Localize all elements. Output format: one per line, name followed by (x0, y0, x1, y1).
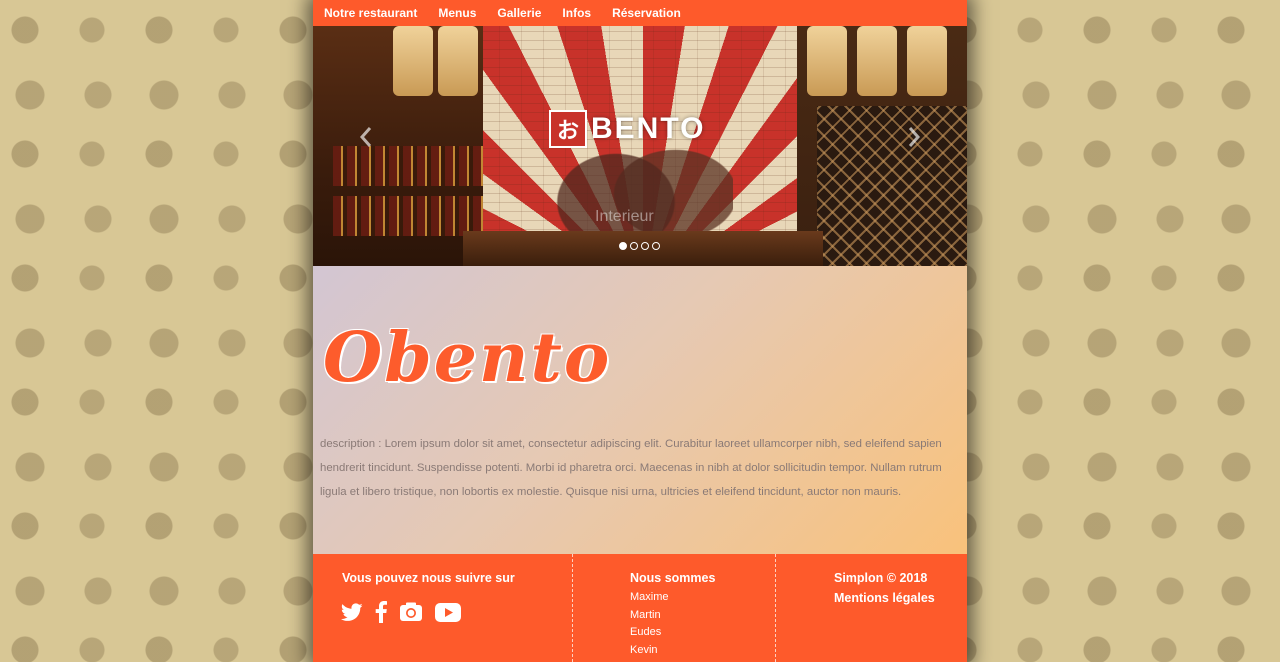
carousel-dot[interactable] (619, 242, 627, 250)
footer-team-column: Nous sommes Maxime Martin Eudes Kevin (573, 554, 776, 662)
chevron-right-icon[interactable] (903, 126, 925, 148)
logo-word: BENTO (591, 112, 706, 145)
logo-mark: お (549, 110, 587, 148)
instagram-icon[interactable] (399, 602, 423, 622)
list-item: Kevin (630, 644, 658, 657)
legal-link[interactable]: Mentions légales (834, 591, 935, 605)
carousel-dot[interactable] (630, 242, 638, 250)
description-text: description : Lorem ipsum dolor sit amet… (320, 438, 942, 498)
slide-caption: Interieur (595, 208, 654, 225)
wooden-lattice (817, 106, 967, 266)
sake-jar (807, 26, 847, 96)
sake-jar (857, 26, 897, 96)
members-list: Maxime Martin Eudes Kevin (630, 589, 669, 660)
twitter-icon[interactable] (341, 602, 363, 622)
bottle-row (333, 196, 483, 236)
bottle-row (333, 146, 483, 186)
list-item: Maxime (630, 591, 669, 603)
social-links (341, 601, 473, 623)
bento-logo: お BENTO (549, 110, 705, 148)
image-carousel: お BENTO Interieur (313, 26, 967, 266)
youtube-icon[interactable] (435, 602, 461, 622)
team-title: Nous sommes (630, 571, 716, 585)
footer: Vous pouvez nous suivre sur Nous sommes (313, 554, 967, 662)
carousel-dot[interactable] (641, 242, 649, 250)
nav-infos[interactable]: Infos (562, 6, 591, 20)
footer-legal-column: Simplon © 2018 Mentions légales (776, 554, 967, 662)
chevron-left-icon[interactable] (355, 126, 377, 148)
footer-social-column: Vous pouvez nous suivre sur (313, 554, 573, 662)
carousel-indicators (619, 242, 663, 250)
nav-reservation[interactable]: Réservation (612, 6, 681, 20)
nav-menus[interactable]: Menus (438, 6, 476, 20)
sake-jar (907, 26, 947, 96)
nav-notre-restaurant[interactable]: Notre restaurant (324, 6, 417, 20)
list-item: Eudes (630, 626, 662, 639)
copyright-text: Simplon © 2018 (834, 571, 928, 585)
page-container: Notre restaurant Menus Gallerie Infos Ré… (313, 0, 967, 662)
lattice-shelves (797, 26, 967, 266)
follow-title: Vous pouvez nous suivre sur (342, 571, 515, 585)
facebook-icon[interactable] (375, 601, 387, 623)
sake-jar (393, 26, 433, 96)
main-content: Obento description : Lorem ipsum dolor s… (313, 266, 967, 554)
sake-jar (438, 26, 478, 96)
top-nav: Notre restaurant Menus Gallerie Infos Ré… (313, 0, 967, 26)
carousel-dot[interactable] (652, 242, 660, 250)
nav-gallerie[interactable]: Gallerie (497, 6, 541, 20)
bottle-shelves (313, 26, 483, 266)
list-item: Martin (630, 608, 661, 621)
brand-title: Obento (323, 318, 612, 398)
